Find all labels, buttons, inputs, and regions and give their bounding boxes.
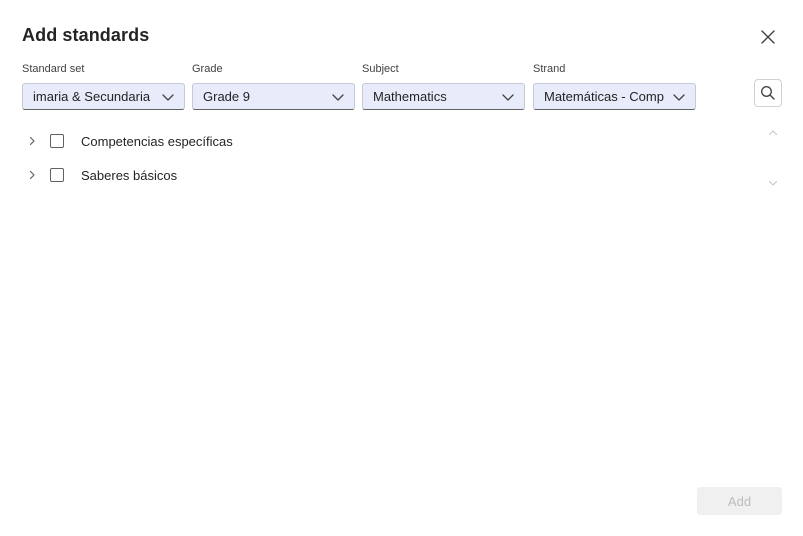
expand-button[interactable] — [22, 131, 42, 151]
filter-grade: Grade Grade 9 — [192, 62, 355, 110]
filter-subject: Subject Mathematics — [362, 62, 525, 110]
chevron-down-icon — [158, 87, 178, 107]
subject-dropdown[interactable]: Mathematics — [362, 83, 525, 110]
chevron-right-icon — [29, 136, 35, 146]
expand-button[interactable] — [22, 165, 42, 185]
filter-strand: Strand Matemáticas - Comp — [533, 62, 696, 110]
tree-item-checkbox[interactable] — [50, 168, 64, 182]
add-button[interactable]: Add — [697, 487, 782, 515]
scroll-down-button[interactable] — [765, 175, 781, 191]
tree-item: Competencias específicas — [22, 128, 722, 154]
strand-dropdown[interactable]: Matemáticas - Comp — [533, 83, 696, 110]
tree-item: Saberes básicos — [22, 162, 722, 188]
grade-value: Grade 9 — [203, 89, 250, 104]
chevron-down-icon — [768, 180, 778, 186]
grade-label: Grade — [192, 63, 223, 75]
standard-set-value: imaria & Secundaria — [33, 89, 151, 104]
tree-item-label: Competencias específicas — [81, 133, 233, 149]
scroll-up-button[interactable] — [765, 125, 781, 141]
chevron-right-icon — [29, 170, 35, 180]
grade-dropdown[interactable]: Grade 9 — [192, 83, 355, 110]
chevron-down-icon — [498, 87, 518, 107]
close-button[interactable] — [757, 26, 779, 48]
chevron-down-icon — [669, 87, 689, 107]
add-standards-dialog: Add standards Standard set imaria & Secu… — [0, 0, 803, 536]
close-icon — [761, 30, 775, 44]
dialog-title: Add standards — [22, 25, 150, 45]
tree-item-label: Saberes básicos — [81, 167, 178, 183]
tree-item-checkbox[interactable] — [50, 134, 64, 148]
subject-label: Subject — [362, 63, 399, 75]
chevron-down-icon — [328, 87, 348, 107]
subject-value: Mathematics — [373, 89, 447, 104]
filter-standard-set: Standard set imaria & Secundaria — [22, 62, 185, 110]
standard-set-label: Standard set — [22, 63, 85, 75]
search-button[interactable] — [754, 79, 782, 107]
strand-label: Strand — [533, 63, 566, 75]
standard-set-dropdown[interactable]: imaria & Secundaria — [22, 83, 185, 110]
chevron-up-icon — [768, 130, 778, 136]
search-icon — [761, 86, 775, 100]
strand-value: Matemáticas - Comp — [544, 89, 664, 104]
